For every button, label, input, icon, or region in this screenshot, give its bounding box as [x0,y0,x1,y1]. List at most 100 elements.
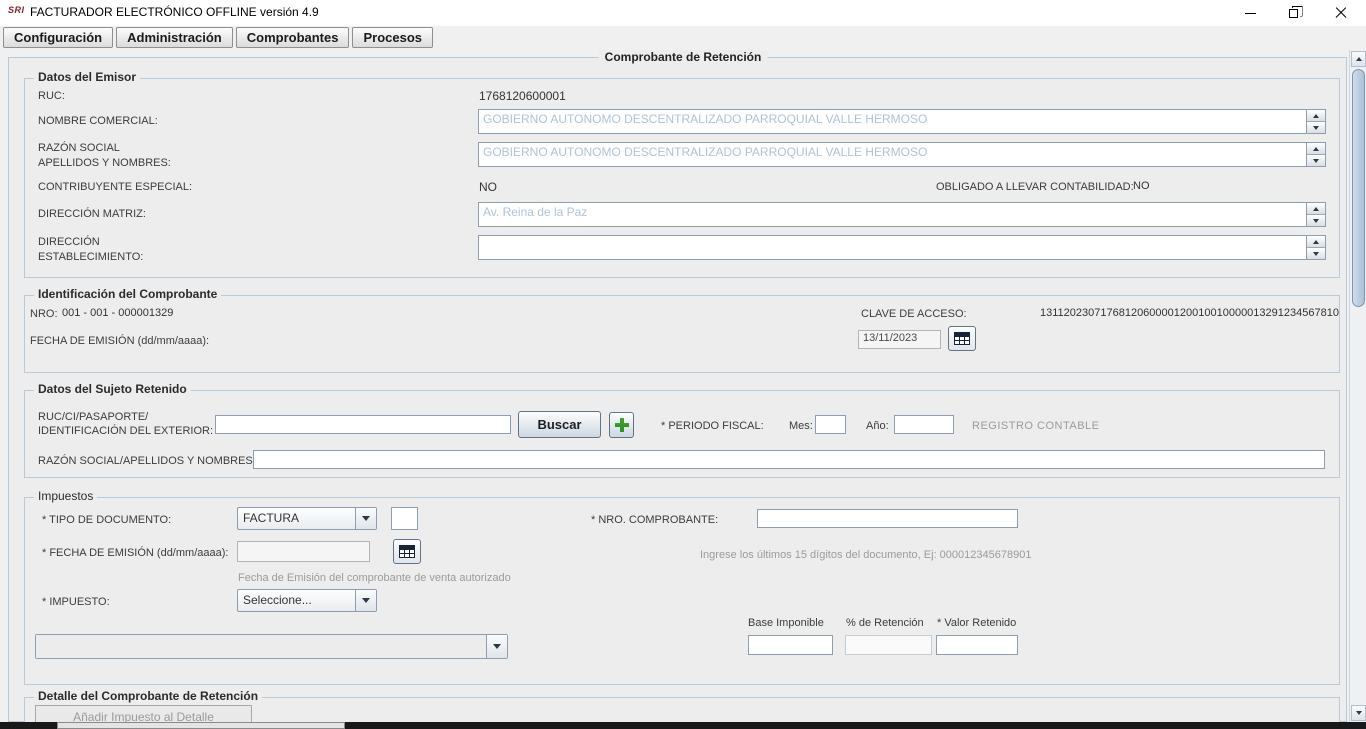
menu-procesos[interactable]: Procesos [352,27,433,48]
horizontal-scrollbar[interactable] [0,722,1366,729]
group-title-datos-emisor: Datos del Emisor [34,70,140,84]
tipo-documento-codigo-field[interactable] [391,507,418,530]
chevron-down-icon [362,516,370,521]
nombre-comercial-spinner [1306,110,1325,133]
valor-retenido-label: * Valor Retenido [937,617,1016,629]
direccion-matriz-text: Av. Reina de la Paz [479,203,1306,226]
spinner-down-button[interactable] [1307,122,1325,133]
spinner-down-button[interactable] [1307,215,1325,226]
arrow-up-icon [1313,114,1319,118]
spinner-up-button[interactable] [1307,236,1325,248]
mes-field[interactable] [815,415,846,434]
nro-comprobante-hint: Ingrese los últimos 15 dígitos del docum… [700,549,1031,561]
sri-logo-icon: SRI [8,5,25,15]
direccion-establecimiento-label-line1: DIRECCIÓN [38,236,100,248]
spinner-up-button[interactable] [1307,203,1325,215]
app-window: SRI FACTURADOR ELECTRÓNICO OFFLINE versi… [0,0,1366,729]
impuesto-label: * IMPUESTO: [42,596,110,608]
scroll-up-button[interactable] [1351,51,1366,67]
buscar-button[interactable]: Buscar [518,411,601,438]
arrow-up-icon [1313,207,1319,211]
tipo-documento-combo[interactable]: FACTURA [237,507,377,530]
calendar-icon [399,545,415,558]
codigo-retencion-combo[interactable] [35,634,508,659]
page-title: Comprobante de Retención [599,50,768,64]
arrow-down-icon [1313,252,1319,256]
fecha-emision-documento-label: * FECHA DE EMISIÓN (dd/mm/aaaa): [42,547,228,559]
base-imponible-label: Base Imponible [748,617,824,629]
anio-label: Año: [866,420,889,432]
identificacion-sujeto-label-line1: RUC/CI/PASAPORTE/ [38,411,148,423]
arrow-up-icon [1356,57,1362,61]
fecha-documento-calendar-button[interactable] [393,539,421,564]
registro-contable-label: REGISTRO CONTABLE [972,420,1099,432]
periodo-fiscal-label: * PERIODO FISCAL: [661,420,764,432]
direccion-establecimiento-field[interactable] [478,235,1326,260]
group-title-impuestos: Impuestos [34,489,97,503]
fecha-emision-label: FECHA DE EMISIÓN (dd/mm/aaaa): [30,335,209,347]
menu-administracion[interactable]: Administración [116,27,233,48]
arrow-up-icon [1313,147,1319,151]
minimize-icon [1245,13,1256,14]
razon-social-sujeto-field[interactable] [253,450,1325,469]
arrow-down-icon [1313,219,1319,223]
spinner-up-button[interactable] [1307,143,1325,155]
anio-field[interactable] [894,415,954,434]
spinner-down-button[interactable] [1307,155,1325,166]
spinner-up-button[interactable] [1307,110,1325,122]
group-title-identificacion: Identificación del Comprobante [34,287,221,301]
vertical-scrollbar-thumb[interactable] [1352,69,1365,307]
combo-arrow-button[interactable] [486,635,507,658]
window-title: FACTURADOR ELECTRÓNICO OFFLINE versión 4… [30,5,319,19]
fecha-emision-field[interactable]: 13/11/2023 [858,330,941,349]
nro-comprobante-field[interactable] [757,509,1018,528]
arrow-down-icon [1356,711,1362,715]
nombre-comercial-field[interactable]: GOBIERNO AUTONOMO DESCENTRALIZADO PARROQ… [478,109,1326,134]
horizontal-scrollbar-thumb[interactable] [57,722,345,729]
minimize-button[interactable] [1233,0,1267,26]
base-imponible-field[interactable] [748,635,833,655]
razon-social-field[interactable]: GOBIERNO AUTONOMO DESCENTRALIZADO PARROQ… [478,142,1326,167]
razon-social-sujeto-label: RAZÓN SOCIAL/APELLIDOS Y NOMBRES: [38,455,256,467]
obligado-contabilidad-label: OBLIGADO A LLEVAR CONTABILIDAD: [936,181,1134,193]
menu-comprobantes[interactable]: Comprobantes [236,27,350,48]
direccion-establecimiento-spinner [1306,236,1325,259]
codigo-retencion-value [36,635,486,658]
obligado-contabilidad-value: NO [1133,180,1150,192]
clave-acceso-label: CLAVE DE ACCESO: [861,308,967,320]
porcentaje-retencion-label: % de Retención [846,617,924,629]
close-button[interactable] [1324,0,1358,26]
tipo-documento-label: * TIPO DE DOCUMENTO: [42,514,171,526]
arrow-down-icon [1313,126,1319,130]
plus-icon [615,418,629,432]
nro-value: 001 - 001 - 000001329 [62,307,173,319]
tipo-documento-value: FACTURA [238,508,355,529]
identificacion-sujeto-field[interactable] [215,415,511,434]
fecha-emision-calendar-button[interactable] [948,326,976,351]
vertical-scrollbar[interactable] [1349,50,1366,722]
combo-arrow-button[interactable] [355,508,376,529]
restore-icon [1289,9,1298,18]
fecha-emision-documento-field[interactable] [237,541,370,562]
ruc-label: RUC: [38,90,65,102]
group-title-detalle: Detalle del Comprobante de Retención [34,689,262,703]
group-title-sujeto-retenido: Datos del Sujeto Retenido [34,382,191,396]
menu-configuracion[interactable]: Configuración [3,27,113,48]
scroll-down-button[interactable] [1351,705,1366,721]
spinner-down-button[interactable] [1307,248,1325,259]
chevron-down-icon [362,598,370,603]
title-bar: SRI FACTURADOR ELECTRÓNICO OFFLINE versi… [0,0,1366,26]
nro-label: NRO: [30,308,58,320]
valor-retenido-field[interactable] [936,635,1018,655]
menu-bar: Configuración Administración Comprobante… [0,26,1366,51]
arrow-down-icon [1313,159,1319,163]
contribuyente-especial-value: NO [479,180,497,194]
add-sujeto-button[interactable] [609,412,634,438]
direccion-matriz-spinner [1306,203,1325,226]
impuesto-combo[interactable]: Seleccione... [237,589,377,612]
direccion-matriz-field[interactable]: Av. Reina de la Paz [478,202,1326,227]
arrow-up-icon [1313,240,1319,244]
restore-button[interactable] [1276,0,1310,26]
combo-arrow-button[interactable] [355,590,376,611]
porcentaje-retencion-field[interactable] [845,635,932,655]
